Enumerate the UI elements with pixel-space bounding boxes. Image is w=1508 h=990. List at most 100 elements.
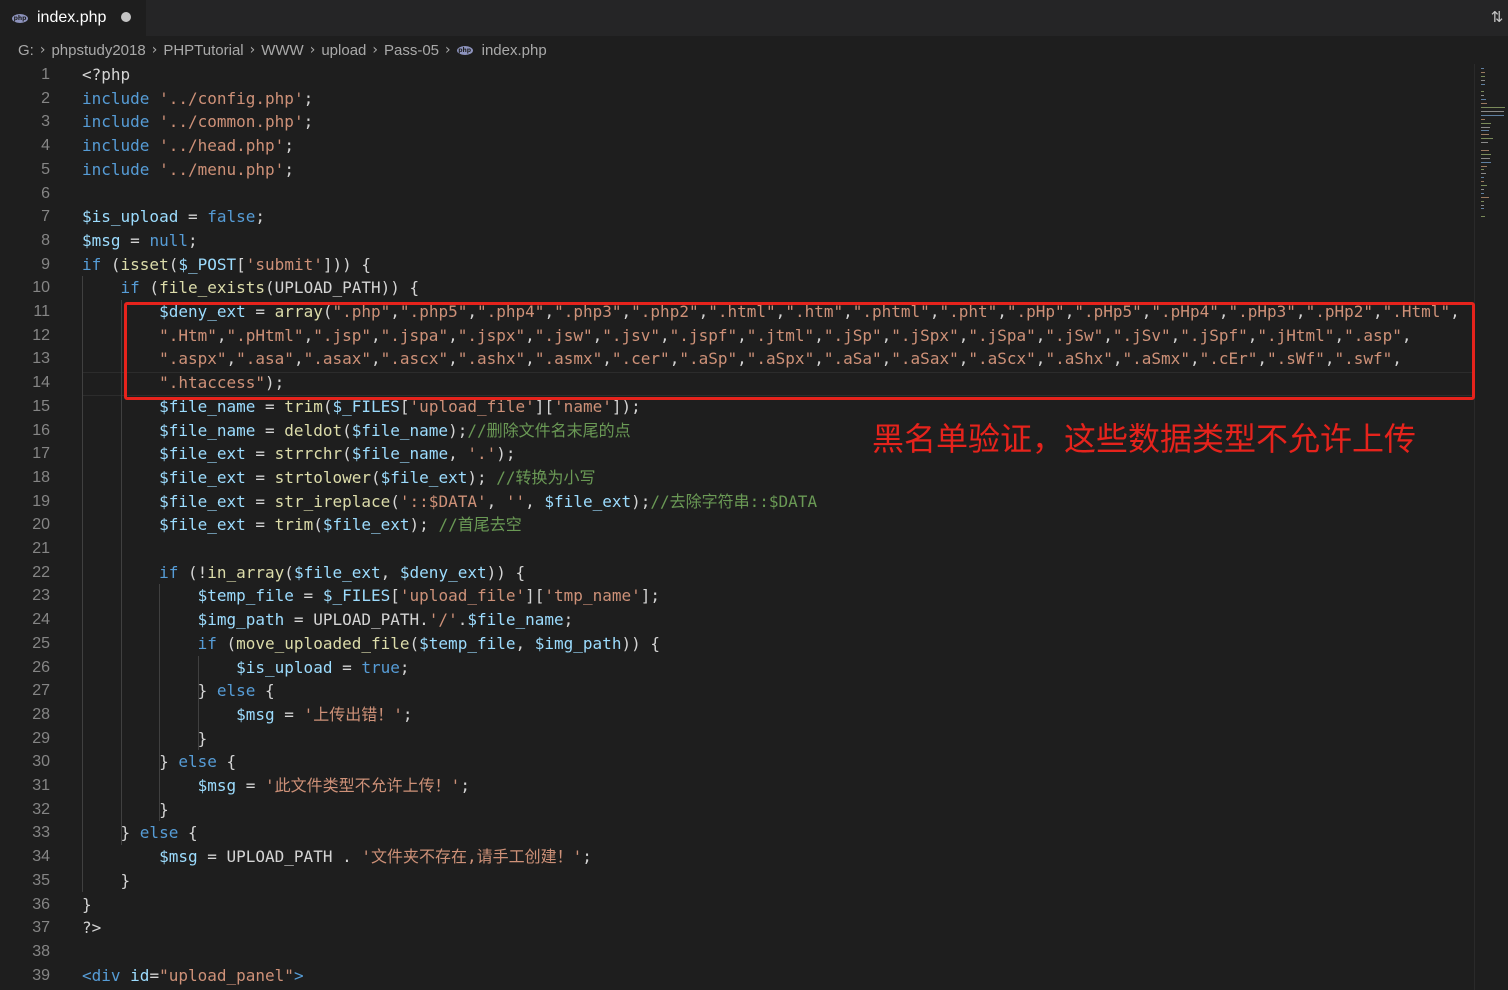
code-line[interactable]: 37 ?> [0,916,1474,940]
line-number: 28 [32,705,50,723]
code-line[interactable]: 23 $temp_file = $_FILES['upload_file']['… [0,584,1474,608]
code-token: $deny_ext [399,562,487,582]
code-line[interactable]: 30 } else { [0,750,1474,774]
code-line[interactable]: 26 $is_upload = true; [0,656,1474,680]
line-number: 33 [32,824,50,842]
breadcrumb-item[interactable]: Pass-05 [384,42,439,59]
code-line[interactable]: 31 $msg = '此文件类型不允许上传！'; [0,774,1474,798]
code-token: ( [139,278,160,298]
minimap[interactable] [1474,64,1508,990]
unsaved-dot-icon[interactable] [121,12,131,22]
line-number: 15 [32,397,50,415]
code-line[interactable]: 1 <?php [0,64,1474,87]
code-token: ; [187,230,198,250]
code-token: true [361,657,400,677]
code-line[interactable]: 39 <div id="upload_panel"> [0,964,1474,988]
breadcrumb-item[interactable]: index.php [482,42,547,59]
chevron-right-icon: › [372,42,378,58]
code-text: } else { [82,679,275,703]
minimap-line [1481,161,1491,163]
code-token: '此文件类型不允许上传！' [265,776,461,795]
line-number: 17 [32,445,50,463]
minimap-line [1481,75,1485,77]
breadcrumb-item[interactable]: WWW [261,42,303,59]
code-text: } [82,798,169,822]
code-token: $img_path [534,633,622,653]
minimap-line [1481,103,1487,105]
breadcrumb-item[interactable]: G: [18,42,34,59]
minimap-line [1481,130,1489,132]
code-token: else [178,752,217,772]
code-token: isset [120,254,169,274]
code-editor[interactable]: 1 <?php 2 include '../config.php'; 3 include … [0,64,1474,990]
code-line[interactable]: 21 [0,537,1474,561]
breadcrumb-item[interactable]: phpstudy2018 [51,42,145,59]
code-token: <?php [82,65,131,84]
code-line[interactable]: 29 } [0,727,1474,751]
code-line[interactable]: 28 $msg = '上传出错！'; [0,703,1474,727]
code-token: str_ireplace [274,491,391,511]
code-line[interactable]: 4 include '../head.php'; [0,134,1474,158]
code-token: ][ [525,586,545,606]
breadcrumb-item[interactable]: PHPTutorial [163,42,243,59]
code-token: ; [563,610,574,630]
code-token: $is_upload [236,657,333,677]
code-line[interactable]: 10 if (file_exists(UPLOAD_PATH)) { [0,276,1474,300]
code-line[interactable]: 5 include '../menu.php'; [0,158,1474,182]
breadcrumb-item[interactable]: upload [321,42,366,59]
code-token: )) { [621,633,660,653]
minimap-line [1481,138,1494,140]
code-line[interactable]: 35 } [0,869,1474,893]
code-line[interactable]: 27 } else { [0,679,1474,703]
minimap-line [1481,91,1485,93]
code-line[interactable]: 24 $img_path = UPLOAD_PATH.'/'.$file_nam… [0,608,1474,632]
code-line[interactable]: 34 $msg = UPLOAD_PATH . '文件夹不存在,请手工创建！'; [0,845,1474,869]
code-line[interactable]: 38 [0,940,1474,964]
code-token: = [178,207,208,227]
code-line[interactable]: 2 include '../config.php'; [0,87,1474,111]
open-changes-icon[interactable]: ⇅ [1486,6,1508,28]
code-token: { [178,823,198,843]
minimap-line [1481,95,1484,97]
code-token: ; [303,88,314,108]
code-line[interactable]: 32 } [0,798,1474,822]
tab-index-php[interactable]: php index.php [0,0,146,36]
code-line[interactable]: 33 } else { [0,821,1474,845]
minimap-line [1481,99,1486,101]
code-line[interactable]: 18 $file_ext = strtolower($file_ext); //… [0,466,1474,490]
code-token: $file_ext [159,491,246,511]
code-line[interactable]: 22 if (!in_array($file_ext, $deny_ext)) … [0,561,1474,585]
code-token: include [82,112,150,132]
code-text: $img_path = UPLOAD_PATH.'/'.$file_name; [82,608,574,632]
code-token: , [380,562,400,582]
code-token: include [82,88,150,108]
code-line[interactable]: 20 $file_ext = trim($file_ext); //首尾去空 [0,513,1474,537]
code-text: } else { [82,821,198,845]
code-token: ]; [640,586,660,606]
code-token: '文件夹不存在,请手工创建！' [361,847,583,867]
code-token: ); [448,420,468,440]
code-line[interactable]: 9 if (isset($_POST['submit'])) { [0,253,1474,277]
code-token: if [159,562,179,582]
code-text: $file_name = deldot($file_name);//删除文件名末… [82,419,631,443]
code-token: } [82,894,92,914]
code-line[interactable]: 25 if (move_uploaded_file($temp_file, $i… [0,632,1474,656]
code-line[interactable]: 7 $is_upload = false; [0,205,1474,229]
code-text: } [82,893,92,917]
chevron-right-icon: › [39,42,46,58]
code-token: $file_ext [293,562,381,582]
minimap-line [1481,68,1484,69]
code-line[interactable]: 6 [0,182,1474,206]
code-text: ?> [82,916,101,940]
line-number: 3 [41,113,50,131]
code-line[interactable]: 8 $msg = null; [0,229,1474,253]
code-line[interactable]: 36} [0,893,1474,917]
code-text: include '../menu.php'; [82,158,294,182]
code-line[interactable]: 3 include '../common.php'; [0,110,1474,134]
code-line[interactable]: 19 $file_ext = str_ireplace('::$DATA', '… [0,490,1474,514]
code-token: $temp_file [197,586,294,606]
